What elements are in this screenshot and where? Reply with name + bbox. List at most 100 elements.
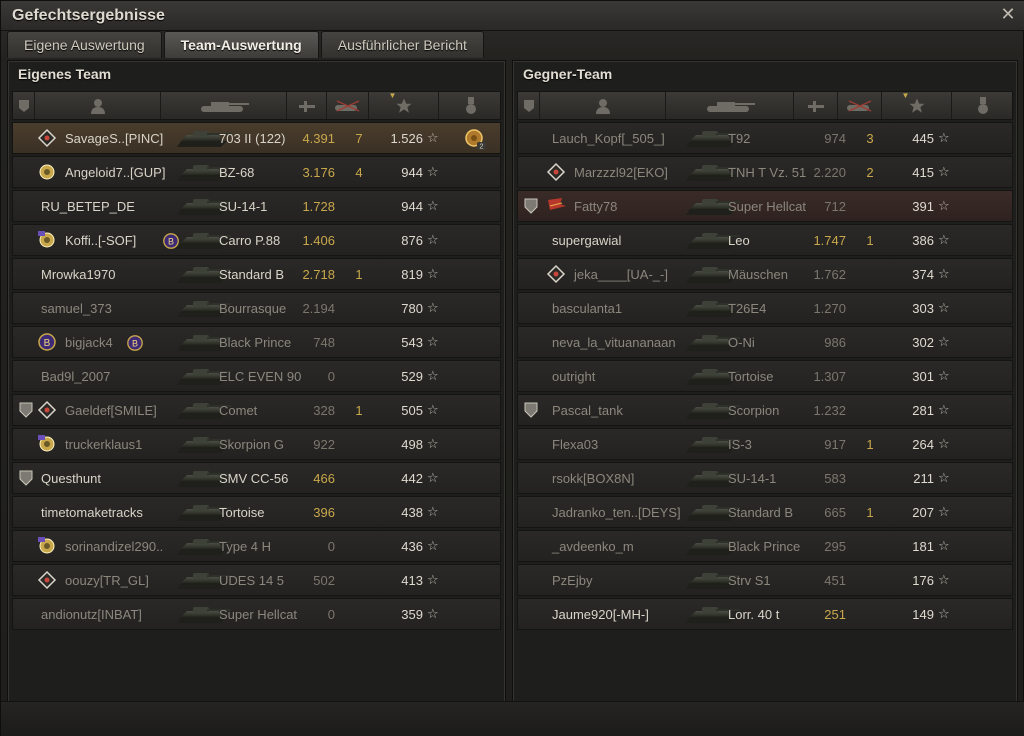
tank-name: SU-14-1 [219, 199, 268, 214]
player-row[interactable]: Pascal_tank Scorpion 1.232 281 ☆ [517, 394, 1013, 426]
xp-star-icon: ☆ [427, 164, 439, 179]
player-row[interactable]: Lauch_Kopf[_505_] T92 974 3 445 ☆ [517, 122, 1013, 154]
tank-name: SU-14-1 [728, 471, 777, 486]
header-player[interactable] [35, 92, 161, 119]
tank-name: Strv S1 [728, 573, 771, 588]
xp-value: 413 [401, 573, 423, 588]
damage-value: 2.220 [813, 165, 846, 180]
player-row[interactable]: Jadranko_ten..[DEYS] Standard B 665 1 207 ☆ [517, 496, 1013, 528]
player-row[interactable]: timetomaketracks Tortoise 396 438 ☆ [12, 496, 501, 528]
damage-value: 712 [824, 199, 846, 214]
player-row[interactable]: Marzzzl92[EKO] TNH T Vz. 51 2.220 2 415 ☆ [517, 156, 1013, 188]
xp-value: 176 [912, 573, 934, 588]
player-row[interactable]: Bad9l_2007 ELC EVEN 90 0 529 ☆ [12, 360, 501, 392]
kills-icon [846, 99, 871, 112]
close-icon[interactable]: ✕ [999, 5, 1017, 23]
player-row[interactable]: jeka____[UA-_-] Mäuschen 1.762 374 ☆ [517, 258, 1013, 290]
bcircle-badge-icon: B [37, 332, 57, 352]
header-badge[interactable] [13, 92, 35, 119]
player-row[interactable]: SavageS..[PINC] 703 II (122) 4.391 7 1.526 ☆ 2 [12, 122, 501, 154]
flag-badge-icon [546, 196, 566, 216]
xp-value: 438 [401, 505, 423, 520]
player-row[interactable]: Questhunt SMV CC-56 466 442 ☆ [12, 462, 501, 494]
header-kills[interactable] [327, 92, 369, 119]
xp-value: 780 [401, 301, 423, 316]
damage-value: 1.747 [813, 233, 846, 248]
gearflag-badge-icon [37, 434, 57, 454]
header-damage[interactable] [287, 92, 327, 119]
player-row[interactable]: Gaeldef[SMILE] Comet 328 1 505 ☆ [12, 394, 501, 426]
player-row[interactable]: Fatty78 Super Hellcat 712 391 ☆ [517, 190, 1013, 222]
xp-value: 211 [913, 471, 934, 486]
badge-icon [523, 99, 534, 112]
xp-value: 359 [401, 607, 423, 622]
medal-icon[interactable]: 2 [463, 127, 487, 151]
tank-name: Tortoise [219, 505, 265, 520]
xp-value: 386 [912, 233, 934, 248]
xp-star-icon: ☆ [427, 368, 439, 383]
player-row[interactable]: outright Tortoise 1.307 301 ☆ [517, 360, 1013, 392]
enemy-team-panel: Gegner-Team ▼ Lauch_Kopf[_505_] T92 974 3 44… [512, 60, 1018, 704]
header-medal[interactable] [439, 92, 503, 119]
player-row[interactable]: Bbigjack4 B Black Prince 748 543 ☆ [12, 326, 501, 358]
clan-shield-icon [19, 470, 33, 486]
xp-star-icon: ☆ [427, 300, 439, 315]
player-row[interactable]: oouzy[TR_GL] UDES 14 5 502 413 ☆ [12, 564, 501, 596]
damage-value: 295 [824, 539, 846, 554]
own-team-title: Eigenes Team [18, 66, 112, 82]
xp-value: 543 [401, 335, 423, 350]
player-row[interactable]: Koffi..[-SOF] B Carro P.88 1.406 876 ☆ [12, 224, 501, 256]
damage-value: 922 [313, 437, 335, 452]
player-row[interactable]: neva_la_vituananaan O-Ni 986 302 ☆ [517, 326, 1013, 358]
damage-value: 4.391 [302, 131, 335, 146]
header-tank[interactable] [161, 92, 287, 119]
medal-icon [977, 96, 988, 114]
tab-own-evaluation[interactable]: Eigene Auswertung [7, 31, 162, 58]
tank-name: Scorpion [728, 403, 780, 418]
player-row[interactable]: samuel_373 Bourrasque 2.194 780 ☆ [12, 292, 501, 324]
damage-value: 2.718 [302, 267, 335, 282]
player-row[interactable]: basculanta1 T26E4 1.270 303 ☆ [517, 292, 1013, 324]
player-row[interactable]: _avdeenko_m Black Prince 295 181 ☆ [517, 530, 1013, 562]
player-row[interactable]: sorinandizel290.. Type 4 H 0 436 ☆ [12, 530, 501, 562]
xp-star-icon: ☆ [938, 300, 950, 315]
player-row[interactable]: Angeloid7..[GUP] BZ-68 3.176 4 944 ☆ [12, 156, 501, 188]
tank-name: T92 [728, 131, 751, 146]
player-row[interactable]: supergawial Leo 1.747 1 386 ☆ [517, 224, 1013, 256]
header-kills[interactable] [838, 92, 882, 119]
xp-value: 529 [401, 369, 423, 384]
player-row[interactable]: Jaume920[-MH-] Lorr. 40 t 251 149 ☆ [517, 598, 1013, 630]
tank-name: Comet [219, 403, 258, 418]
player-row[interactable]: PzEjby Strv S1 451 176 ☆ [517, 564, 1013, 596]
tank-name: UDES 14 5 [219, 573, 285, 588]
xp-value: 281 [912, 403, 934, 418]
player-row[interactable]: andionutz[INBAT] Super Hellcat 0 359 ☆ [12, 598, 501, 630]
damage-value: 0 [327, 607, 335, 622]
player-row[interactable]: Flexa03 IS-3 917 1 264 ☆ [517, 428, 1013, 460]
header-medal[interactable] [952, 92, 1014, 119]
tab-detailed-report[interactable]: Ausführlicher Bericht [320, 31, 484, 58]
player-row[interactable]: rsokk[BOX8N] SU-14-1 583 211 ☆ [517, 462, 1013, 494]
player-row[interactable]: truckerklaus1 Skorpion G 922 498 ☆ [12, 428, 501, 460]
tab-team-evaluation[interactable]: Team-Auswertung [163, 31, 319, 58]
header-damage[interactable] [794, 92, 838, 119]
xp-star-icon: ☆ [938, 572, 950, 587]
tank-name: Black Prince [728, 539, 801, 554]
player-name: neva_la_vituananaan [552, 335, 676, 350]
tank-name: 703 II (122) [219, 131, 286, 146]
header-xp[interactable]: ▼ [882, 91, 952, 119]
header-player[interactable] [540, 92, 666, 119]
tank-icon [200, 101, 249, 112]
damage-value: 1.728 [302, 199, 335, 214]
xp-star-icon: ☆ [427, 538, 439, 553]
header-xp[interactable]: ▼ [369, 91, 439, 119]
player-name: samuel_373 [41, 301, 112, 316]
header-tank[interactable] [666, 92, 794, 119]
player-name: truckerklaus1 [65, 437, 143, 452]
player-row[interactable]: RU_BETEP_DE SU-14-1 1.728 944 ☆ [12, 190, 501, 222]
tab-bar: Eigene Auswertung Team-Auswertung Ausfüh… [7, 31, 486, 59]
clan-shield-icon [524, 198, 538, 214]
header-badge[interactable] [518, 92, 540, 119]
xp-star-icon: ☆ [938, 436, 950, 451]
player-row[interactable]: Mrowka1970 Standard B 2.718 1 819 ☆ [12, 258, 501, 290]
